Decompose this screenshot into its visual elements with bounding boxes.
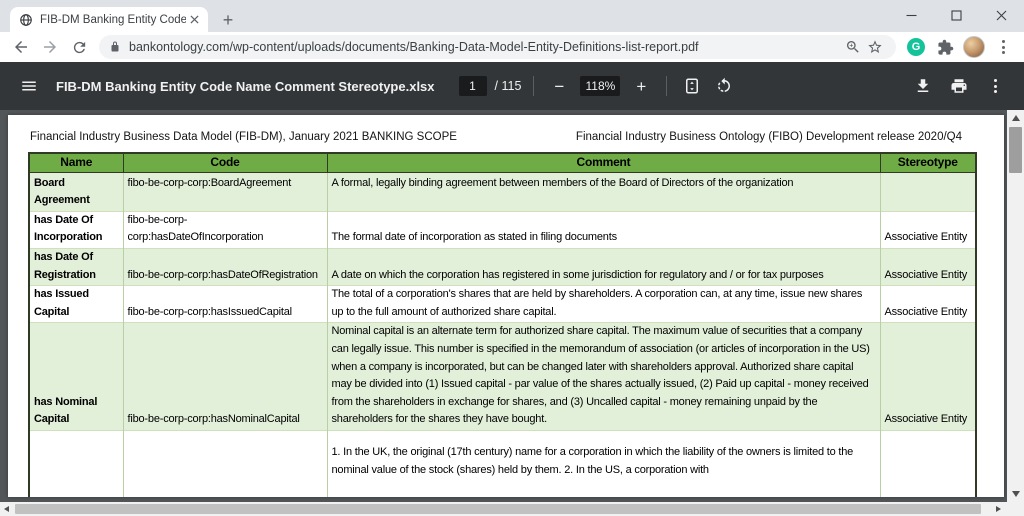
vertical-scrollbar[interactable] bbox=[1007, 110, 1024, 502]
cell-stereotype bbox=[879, 171, 977, 212]
table-body: Board Agreement fibo-be-corp-corp:BoardAg… bbox=[28, 171, 977, 497]
cell-code: fibo-be-corp-corp:hasNominalCapital bbox=[122, 322, 328, 431]
cell-name: has Nominal Capital bbox=[28, 322, 124, 431]
table-row: has Date Of Incorporation fibo-be-corp-co… bbox=[28, 210, 977, 249]
browser-menu-icon[interactable] bbox=[990, 34, 1016, 60]
cell-code: fibo-be-corp-corp:hasIssuedCapital bbox=[122, 285, 328, 323]
pdf-page: Financial Industry Business Data Model (… bbox=[8, 115, 1004, 497]
table-header-row: Name Code Comment Stereotype bbox=[28, 152, 977, 173]
grammarly-extension-icon[interactable]: G bbox=[903, 34, 929, 60]
maximize-button[interactable] bbox=[934, 0, 979, 31]
extensions-puzzle-icon[interactable] bbox=[932, 34, 958, 60]
title-bar: FIB-DM Banking Entity Code Nam + bbox=[0, 0, 1024, 32]
profile-avatar[interactable] bbox=[961, 34, 987, 60]
rotate-icon[interactable] bbox=[711, 73, 737, 99]
back-icon[interactable] bbox=[8, 34, 34, 60]
column-header: Stereotype bbox=[879, 152, 977, 173]
scroll-left-icon[interactable] bbox=[4, 506, 9, 512]
cell-comment: Nominal capital is an alternate term for… bbox=[326, 322, 881, 431]
lock-icon bbox=[109, 41, 121, 53]
new-tab-button[interactable]: + bbox=[216, 8, 240, 32]
cell-code: fibo-be-corp-corp:hasDateOfRegistration bbox=[122, 247, 328, 286]
page-number-input[interactable]: 1 bbox=[458, 76, 487, 96]
column-header: Name bbox=[28, 152, 124, 173]
column-header: Code bbox=[122, 152, 328, 173]
pdf-menu-hamburger-icon[interactable] bbox=[16, 73, 42, 99]
zoom-in-button[interactable]: + bbox=[628, 73, 654, 99]
cell-code bbox=[122, 429, 328, 497]
document-header-left: Financial Industry Business Data Model (… bbox=[30, 131, 457, 143]
reload-icon[interactable] bbox=[66, 34, 92, 60]
address-bar[interactable]: bankontology.com/wp-content/uploads/docu… bbox=[99, 35, 896, 59]
cell-name: Board Agreement bbox=[28, 171, 124, 212]
browser-toolbar: bankontology.com/wp-content/uploads/docu… bbox=[0, 32, 1024, 62]
browser-tab[interactable]: FIB-DM Banking Entity Code Nam bbox=[10, 7, 208, 32]
cell-stereotype: Associative Entity bbox=[879, 247, 977, 286]
cell-name: has Issued Capital bbox=[28, 285, 124, 323]
download-icon[interactable] bbox=[910, 73, 936, 99]
table-row: 1. In the UK, the original (17th century… bbox=[28, 429, 977, 497]
cell-stereotype: Associative Entity bbox=[879, 285, 977, 323]
pdf-more-menu-icon[interactable] bbox=[982, 73, 1008, 99]
page-count-label: / 115 bbox=[494, 79, 522, 93]
cell-comment: 1. In the UK, the original (17th century… bbox=[326, 429, 881, 497]
globe-favicon-icon bbox=[19, 13, 33, 27]
print-icon[interactable] bbox=[946, 73, 972, 99]
document-header: Financial Industry Business Data Model (… bbox=[30, 131, 962, 143]
cell-stereotype: Associative Entity bbox=[879, 322, 977, 431]
tab-title: FIB-DM Banking Entity Code Nam bbox=[40, 13, 186, 26]
cell-code: fibo-be-corp-corp:hasDateOfIncorporation bbox=[122, 210, 328, 249]
zoom-out-button[interactable]: − bbox=[546, 73, 572, 99]
cell-stereotype: Associative Entity bbox=[879, 210, 977, 249]
cell-comment: A formal, legally binding agreement betw… bbox=[326, 171, 881, 212]
horizontal-scrollbar[interactable] bbox=[0, 502, 1007, 516]
entity-table: Name Code Comment Stereotype Board Agreemen… bbox=[28, 152, 977, 497]
url-text: bankontology.com/wp-content/uploads/docu… bbox=[129, 40, 699, 54]
forward-icon[interactable] bbox=[37, 34, 63, 60]
document-header-right: Financial Industry Business Ontology (FI… bbox=[575, 131, 962, 143]
bookmark-star-icon[interactable] bbox=[864, 36, 886, 58]
scrollbar-corner bbox=[1007, 502, 1024, 516]
cell-name bbox=[28, 429, 124, 497]
vertical-scrollbar-thumb[interactable] bbox=[1009, 127, 1022, 173]
scroll-up-icon[interactable] bbox=[1012, 115, 1020, 121]
scroll-down-icon[interactable] bbox=[1012, 491, 1020, 497]
pdf-toolbar: FIB-DM Banking Entity Code Name Comment … bbox=[0, 62, 1024, 110]
zoom-level-input[interactable]: 118% bbox=[580, 76, 621, 96]
table-row: has Issued Capital fibo-be-corp-corp:hasI… bbox=[28, 285, 977, 323]
table-row: has Date Of Registration fibo-be-corp-cor… bbox=[28, 247, 977, 286]
pdf-filename: FIB-DM Banking Entity Code Name Comment … bbox=[56, 78, 435, 94]
cell-name: has Date Of Incorporation bbox=[28, 210, 124, 249]
table-row: Board Agreement fibo-be-corp-corp:BoardAg… bbox=[28, 171, 977, 212]
cell-comment: The total of a corporation's shares that… bbox=[326, 285, 881, 323]
column-header: Comment bbox=[326, 152, 881, 173]
zoom-in-page-icon[interactable] bbox=[842, 36, 864, 58]
toolbar-separator bbox=[666, 76, 668, 96]
pdf-viewer-area: Financial Industry Business Data Model (… bbox=[0, 110, 1024, 516]
horizontal-scrollbar-thumb[interactable] bbox=[15, 504, 981, 514]
toolbar-separator bbox=[533, 76, 535, 96]
cell-comment: The formal date of incorporation as stat… bbox=[326, 210, 881, 249]
cell-stereotype bbox=[879, 429, 977, 497]
cell-name: has Date Of Registration bbox=[28, 247, 124, 286]
cell-code: fibo-be-corp-corp:BoardAgreement bbox=[122, 171, 328, 212]
table-row: has Nominal Capital fibo-be-corp-corp:has… bbox=[28, 322, 977, 431]
cell-comment: A date on which the corporation has regi… bbox=[326, 247, 881, 286]
tab-close-icon[interactable] bbox=[186, 12, 202, 28]
minimize-button[interactable] bbox=[889, 0, 934, 31]
scroll-right-icon[interactable] bbox=[996, 506, 1001, 512]
fit-to-page-icon[interactable] bbox=[679, 73, 705, 99]
close-button[interactable] bbox=[979, 0, 1024, 31]
